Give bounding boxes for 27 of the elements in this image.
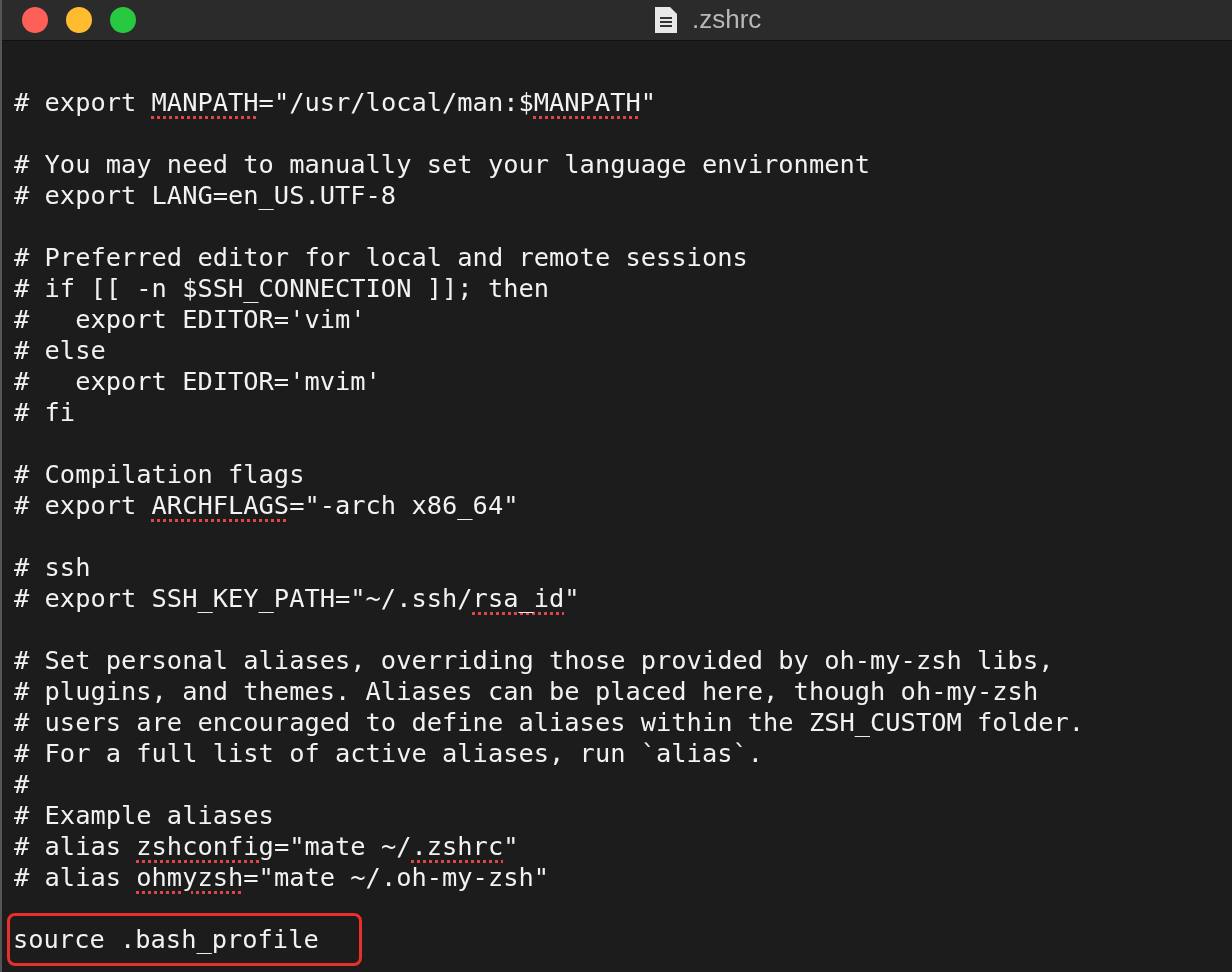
code-line: # Preferred editor for local and remote sessions <box>14 242 748 273</box>
code-line: source .bash_profile <box>13 924 319 954</box>
code-line: # ssh <box>14 552 91 583</box>
code-line: # Set personal aliases, overriding those provided by oh-my-zsh libs, <box>14 645 1054 676</box>
code-line: # alias ohmyzsh="mate ~/.oh-my-zsh" <box>14 862 550 893</box>
code-line: # export EDITOR='vim' <box>14 304 366 335</box>
code-line: # Example aliases <box>14 800 274 831</box>
document-icon <box>654 5 678 34</box>
code-line: # export ARCHFLAGS="-arch x86_64" <box>14 490 519 521</box>
code-line: # export MANPATH="/usr/local/man:$MANPATH" <box>14 87 657 118</box>
code-line: # export SSH_KEY_PATH="~/.ssh/rsa_id" <box>14 583 580 614</box>
code-line: # if [[ -n $SSH_CONNECTION ]]; then <box>14 273 550 304</box>
code-line: # For a full list of active aliases, run `alias`. <box>14 738 764 769</box>
window-title: .zshrc <box>692 4 762 35</box>
zoom-button[interactable] <box>110 7 136 33</box>
code-line: # Compilation flags <box>14 459 305 490</box>
code-line: # export EDITOR='mvim' <box>14 366 381 397</box>
code-line: # plugins, and themes. Aliases can be placed here, though oh-my-zsh <box>14 676 1039 707</box>
code-line: # export LANG=en_US.UTF-8 <box>14 180 397 211</box>
code-line: # else <box>14 335 106 366</box>
code-line: # <box>14 769 30 800</box>
code-line: # You may need to manually set your language environment <box>14 149 871 180</box>
minimize-button[interactable] <box>66 7 92 33</box>
close-button[interactable] <box>22 7 48 33</box>
code-line: # alias zshconfig="mate ~/.zshrc" <box>14 831 519 862</box>
code-line: # fi <box>14 397 76 428</box>
code-line: # users are encouraged to define aliases within the ZSH_CUSTOM folder. <box>14 707 1085 738</box>
